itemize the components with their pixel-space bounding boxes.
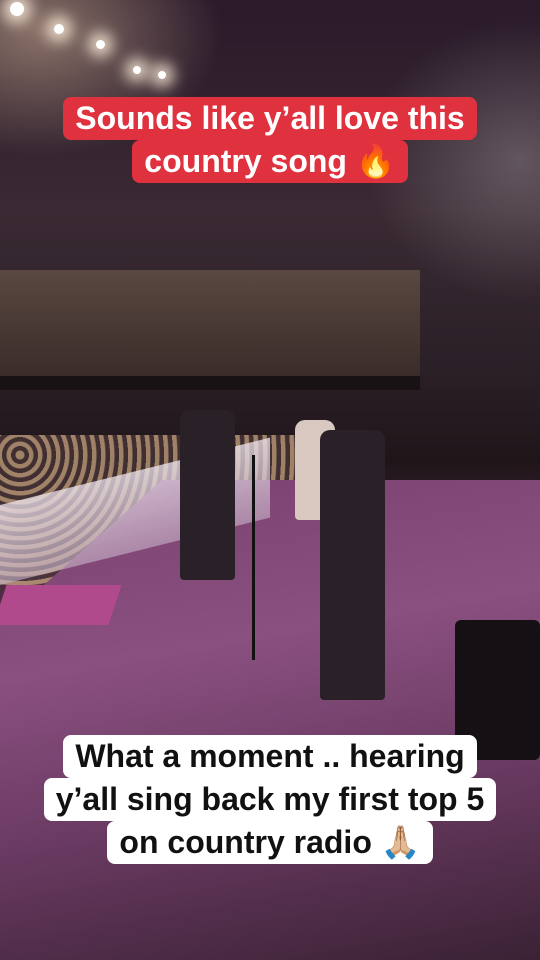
bottom-caption-overlay: What a moment .. hearing y’all sing back… <box>0 735 540 865</box>
bottom-caption-line: on country radio 🙏🏼 <box>107 821 433 865</box>
singer-figure <box>180 410 235 580</box>
stage-light <box>158 71 166 79</box>
bottom-caption-line: What a moment .. hearing <box>63 735 477 779</box>
audience-balcony <box>0 270 420 390</box>
top-caption-line: Sounds like y’all love this <box>63 97 477 141</box>
top-caption-line: country song 🔥 <box>132 140 408 184</box>
top-caption-overlay: Sounds like y’all love this country song… <box>0 97 540 184</box>
stage-light <box>133 66 141 74</box>
stage-light <box>96 40 105 49</box>
stage-riser <box>0 585 122 625</box>
guitarist-figure <box>320 430 385 700</box>
stage-light <box>54 24 64 34</box>
stage-light <box>10 2 24 16</box>
mic-stand <box>252 455 255 660</box>
bottom-caption-line: y’all sing back my first top 5 <box>43 778 497 822</box>
